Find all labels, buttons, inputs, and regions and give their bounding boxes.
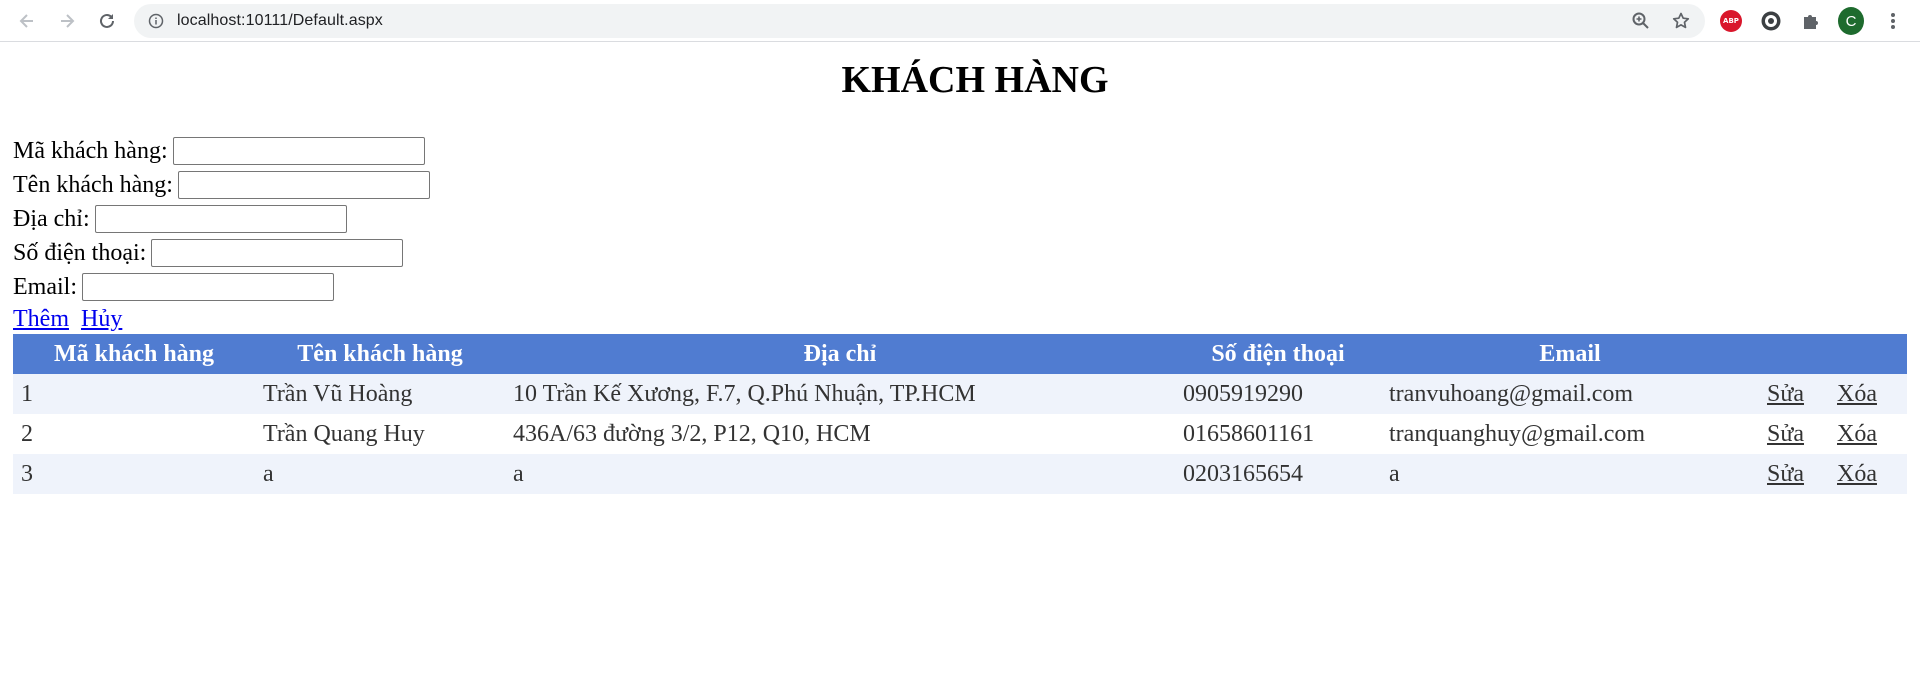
cell-customer-id: 3: [13, 454, 255, 494]
phone-label: Số điện thoại:: [13, 239, 147, 266]
table-row: 3 a a 0203165654 a Sửa Xóa: [13, 454, 1907, 494]
column-header-phone: Số điện thoại: [1175, 334, 1381, 374]
menu-dots-icon: [1891, 13, 1895, 29]
browser-menu-button[interactable]: [1880, 8, 1906, 34]
forward-icon: [61, 14, 75, 28]
cell-address: 10 Trần Kế Xương, F.7, Q.Phú Nhuận, TP.H…: [505, 374, 1175, 414]
cell-customer-id: 1: [13, 374, 255, 414]
edit-link[interactable]: Sửa: [1767, 381, 1804, 407]
cell-email: a: [1381, 454, 1759, 494]
customer-name-input[interactable]: [177, 171, 430, 199]
browser-toolbar: localhost:10111/Default.aspx ABP C: [0, 0, 1920, 42]
extension-icon: [1761, 11, 1781, 31]
back-icon: [19, 14, 33, 28]
column-header-customer-id: Mã khách hàng: [13, 334, 255, 374]
table-row: 2 Trần Quang Huy 436A/63 đường 3/2, P12,…: [13, 414, 1907, 454]
email-input[interactable]: [81, 273, 334, 301]
page-content: KHÁCH HÀNG Mã khách hàng: Tên khách hàng…: [0, 42, 1920, 494]
cell-delete: Xóa: [1829, 454, 1907, 494]
delete-link[interactable]: Xóa: [1837, 461, 1877, 487]
extensions-menu-button[interactable]: [1798, 8, 1824, 34]
phone-input[interactable]: [151, 239, 404, 267]
address-row: Địa chỉ:: [13, 202, 1907, 236]
cancel-link[interactable]: Hủy: [81, 306, 122, 333]
site-info-icon[interactable]: [148, 13, 164, 29]
delete-link[interactable]: Xóa: [1837, 421, 1877, 447]
form-actions: Thêm Hủy: [13, 304, 1907, 334]
cell-email: tranvuhoang@gmail.com: [1381, 374, 1759, 414]
phone-row: Số điện thoại:: [13, 236, 1907, 270]
customer-id-input[interactable]: [172, 137, 425, 165]
cell-phone: 0905919290: [1175, 374, 1381, 414]
customer-name-label: Tên khách hàng:: [13, 171, 173, 198]
adblock-plus-button[interactable]: ABP: [1718, 8, 1744, 34]
cell-edit: Sửa: [1759, 414, 1829, 454]
edit-link[interactable]: Sửa: [1767, 461, 1804, 487]
customer-id-row: Mã khách hàng:: [13, 134, 1907, 168]
cell-customer-name: a: [255, 454, 505, 494]
puzzle-icon: [1804, 15, 1818, 29]
url-text[interactable]: localhost:10111/Default.aspx: [177, 4, 383, 38]
zoom-icon: [1632, 12, 1649, 29]
column-header-address: Địa chỉ: [505, 334, 1175, 374]
cell-edit: Sửa: [1759, 454, 1829, 494]
customer-table: Mã khách hàng Tên khách hàng Địa chỉ Số …: [13, 334, 1907, 494]
cell-delete: Xóa: [1829, 374, 1907, 414]
customer-name-row: Tên khách hàng:: [13, 168, 1907, 202]
zoom-button[interactable]: [1631, 11, 1651, 31]
cell-delete: Xóa: [1829, 414, 1907, 454]
add-link[interactable]: Thêm: [13, 306, 69, 333]
email-label: Email:: [13, 273, 77, 300]
address-bar[interactable]: localhost:10111/Default.aspx: [134, 4, 1705, 38]
cell-customer-name: Trần Vũ Hoàng: [255, 374, 505, 414]
email-row: Email:: [13, 270, 1907, 304]
cell-phone: 0203165654: [1175, 454, 1381, 494]
table-row: 1 Trần Vũ Hoàng 10 Trần Kế Xương, F.7, Q…: [13, 374, 1907, 414]
cell-customer-id: 2: [13, 414, 255, 454]
back-button[interactable]: [14, 8, 40, 34]
cell-email: tranquanghuy@gmail.com: [1381, 414, 1759, 454]
address-input[interactable]: [94, 205, 347, 233]
forward-button[interactable]: [54, 8, 80, 34]
delete-link[interactable]: Xóa: [1837, 381, 1877, 407]
cell-address: a: [505, 454, 1175, 494]
cell-customer-name: Trần Quang Huy: [255, 414, 505, 454]
address-label: Địa chỉ:: [13, 205, 90, 232]
reload-button[interactable]: [94, 8, 120, 34]
reload-icon: [100, 13, 114, 28]
extension-button[interactable]: [1758, 8, 1784, 34]
cell-address: 436A/63 đường 3/2, P12, Q10, HCM: [505, 414, 1175, 454]
column-header-delete: [1829, 334, 1907, 374]
customer-form: Mã khách hàng: Tên khách hàng: Địa chỉ: …: [13, 134, 1907, 334]
bookmark-button[interactable]: [1671, 11, 1691, 31]
column-header-edit: [1759, 334, 1829, 374]
cell-edit: Sửa: [1759, 374, 1829, 414]
cell-phone: 01658601161: [1175, 414, 1381, 454]
profile-button[interactable]: C: [1838, 7, 1864, 35]
edit-link[interactable]: Sửa: [1767, 421, 1804, 447]
table-header-row: Mã khách hàng Tên khách hàng Địa chỉ Số …: [13, 334, 1907, 374]
avatar: C: [1838, 7, 1864, 35]
customer-id-label: Mã khách hàng:: [13, 137, 168, 164]
column-header-customer-name: Tên khách hàng: [255, 334, 505, 374]
adblock-plus-icon: ABP: [1720, 10, 1742, 32]
column-header-email: Email: [1381, 334, 1759, 374]
bookmark-star-icon: [1672, 12, 1690, 29]
page-title: KHÁCH HÀNG: [841, 59, 1109, 101]
